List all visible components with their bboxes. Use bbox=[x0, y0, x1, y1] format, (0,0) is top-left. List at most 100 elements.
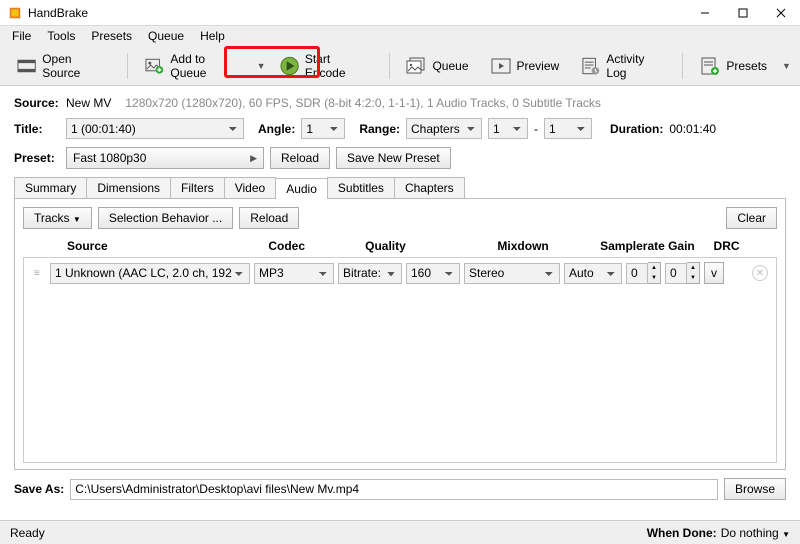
header-codec: Codec bbox=[268, 239, 361, 253]
track-source-select[interactable]: 1 Unknown (AAC LC, 2.0 ch, 192 kbps) bbox=[50, 263, 250, 284]
source-details: 1280x720 (1280x720), 60 FPS, SDR (8-bit … bbox=[125, 96, 601, 110]
audio-panel: Tracks ▼ Selection Behavior ... Reload C… bbox=[14, 198, 786, 470]
tab-video[interactable]: Video bbox=[224, 177, 276, 198]
separator bbox=[127, 53, 128, 79]
gain-input[interactable] bbox=[626, 263, 648, 284]
audio-headers: Source Codec Quality Mixdown Samplerate … bbox=[23, 235, 777, 257]
play-icon bbox=[280, 56, 299, 76]
main-content: Source: New MV 1280x720 (1280x720), 60 F… bbox=[0, 86, 800, 470]
tracks-button[interactable]: Tracks ▼ bbox=[23, 207, 92, 229]
title-row: Title: 1 (00:01:40) Angle: 1 Range: Chap… bbox=[14, 118, 786, 139]
header-mixdown: Mixdown bbox=[497, 239, 596, 253]
track-quality-mode-select[interactable]: Bitrate: bbox=[338, 263, 402, 284]
menu-help[interactable]: Help bbox=[192, 27, 233, 45]
activity-log-button[interactable]: Activity Log bbox=[572, 47, 674, 85]
header-gain: Gain bbox=[668, 239, 709, 253]
preview-button[interactable]: Preview bbox=[482, 51, 569, 81]
angle-label: Angle: bbox=[258, 122, 295, 136]
header-quality: Quality bbox=[365, 239, 493, 253]
range-type-select[interactable]: Chapters bbox=[406, 118, 482, 139]
save-as-row: Save As: Browse bbox=[0, 470, 800, 508]
audio-track-list: ≡ 1 Unknown (AAC LC, 2.0 ch, 192 kbps) M… bbox=[23, 257, 777, 463]
track-mixdown-select[interactable]: Stereo bbox=[464, 263, 560, 284]
range-dash: - bbox=[534, 122, 538, 136]
gain-spinner[interactable]: ▲▼ bbox=[626, 262, 661, 284]
drc-input[interactable] bbox=[665, 263, 687, 284]
add-to-queue-button[interactable]: Add to Queue bbox=[136, 47, 250, 85]
tab-audio[interactable]: Audio bbox=[275, 178, 328, 199]
header-source: Source bbox=[67, 239, 264, 253]
drc-down[interactable]: ▼ bbox=[687, 273, 699, 283]
preset-label: Preset: bbox=[14, 151, 60, 165]
source-name: New MV bbox=[66, 96, 111, 110]
save-new-preset-button[interactable]: Save New Preset bbox=[336, 147, 451, 169]
close-button[interactable] bbox=[762, 0, 800, 26]
expand-row-button[interactable]: v bbox=[704, 262, 724, 284]
titlebar: HandBrake bbox=[0, 0, 800, 26]
presets-icon bbox=[700, 56, 720, 76]
selection-behavior-button[interactable]: Selection Behavior ... bbox=[98, 207, 233, 229]
header-samplerate: Samplerate bbox=[600, 239, 664, 253]
track-samplerate-select[interactable]: Auto bbox=[564, 263, 622, 284]
gain-up[interactable]: ▲ bbox=[648, 263, 660, 273]
track-codec-select[interactable]: MP3 bbox=[254, 263, 334, 284]
range-label: Range: bbox=[359, 122, 400, 136]
add-to-queue-dropdown[interactable]: ▼ bbox=[255, 57, 267, 75]
title-label: Title: bbox=[14, 122, 60, 136]
source-label: Source: bbox=[14, 96, 60, 110]
track-bitrate-select[interactable]: 160 bbox=[406, 263, 460, 284]
when-done-select[interactable]: Do nothing ▼ bbox=[721, 526, 790, 540]
tab-subtitles[interactable]: Subtitles bbox=[327, 177, 395, 198]
audio-track-row: ≡ 1 Unknown (AAC LC, 2.0 ch, 192 kbps) M… bbox=[24, 258, 776, 288]
toolbar: Open Source Add to Queue ▼ Start Encode … bbox=[0, 46, 800, 86]
menu-queue[interactable]: Queue bbox=[140, 27, 192, 45]
drc-spinner[interactable]: ▲▼ bbox=[665, 262, 700, 284]
audio-reload-button[interactable]: Reload bbox=[239, 207, 299, 229]
clear-button[interactable]: Clear bbox=[726, 207, 777, 229]
log-icon bbox=[581, 56, 600, 76]
angle-select[interactable]: 1 bbox=[301, 118, 345, 139]
tab-dimensions[interactable]: Dimensions bbox=[86, 177, 171, 198]
queue-button[interactable]: Queue bbox=[397, 51, 477, 81]
window-title: HandBrake bbox=[28, 6, 686, 20]
status-text: Ready bbox=[10, 526, 45, 540]
delete-track-icon[interactable]: ✕ bbox=[752, 265, 768, 281]
preset-select[interactable]: Fast 1080p30 ▶ bbox=[66, 147, 264, 169]
image-plus-icon bbox=[145, 56, 164, 76]
presets-dropdown[interactable]: ▼ bbox=[780, 57, 792, 75]
tab-summary[interactable]: Summary bbox=[14, 177, 87, 198]
preset-reload-button[interactable]: Reload bbox=[270, 147, 330, 169]
browse-button[interactable]: Browse bbox=[724, 478, 786, 500]
save-as-input[interactable] bbox=[70, 479, 718, 500]
menu-presets[interactable]: Presets bbox=[83, 27, 140, 45]
header-drc: DRC bbox=[714, 239, 753, 253]
film-icon bbox=[17, 56, 36, 76]
minimize-button[interactable] bbox=[686, 0, 724, 26]
tabs: Summary Dimensions Filters Video Audio S… bbox=[14, 177, 786, 198]
title-select[interactable]: 1 (00:01:40) bbox=[66, 118, 244, 139]
range-to-select[interactable]: 1 bbox=[544, 118, 592, 139]
menu-tools[interactable]: Tools bbox=[39, 27, 83, 45]
menubar: File Tools Presets Queue Help bbox=[0, 26, 800, 46]
tab-chapters[interactable]: Chapters bbox=[394, 177, 465, 198]
drc-up[interactable]: ▲ bbox=[687, 263, 699, 273]
app-icon bbox=[8, 6, 22, 20]
maximize-button[interactable] bbox=[724, 0, 762, 26]
preset-row: Preset: Fast 1080p30 ▶ Reload Save New P… bbox=[14, 147, 786, 169]
chevron-right-icon: ▶ bbox=[250, 153, 257, 164]
images-icon bbox=[406, 56, 426, 76]
range-from-select[interactable]: 1 bbox=[488, 118, 528, 139]
tab-filters[interactable]: Filters bbox=[170, 177, 225, 198]
start-encode-button[interactable]: Start Encode bbox=[271, 47, 381, 85]
duration-label: Duration: bbox=[610, 122, 663, 136]
chevron-down-icon: ▼ bbox=[73, 215, 81, 224]
open-source-button[interactable]: Open Source bbox=[8, 47, 119, 85]
duration-value: 00:01:40 bbox=[669, 122, 716, 136]
gain-down[interactable]: ▼ bbox=[648, 273, 660, 283]
presets-button[interactable]: Presets bbox=[691, 51, 776, 81]
drag-handle-icon[interactable]: ≡ bbox=[34, 268, 46, 279]
separator bbox=[682, 53, 683, 79]
menu-file[interactable]: File bbox=[4, 27, 39, 45]
statusbar: Ready When Done: Do nothing ▼ bbox=[0, 520, 800, 544]
preview-icon bbox=[491, 56, 511, 76]
